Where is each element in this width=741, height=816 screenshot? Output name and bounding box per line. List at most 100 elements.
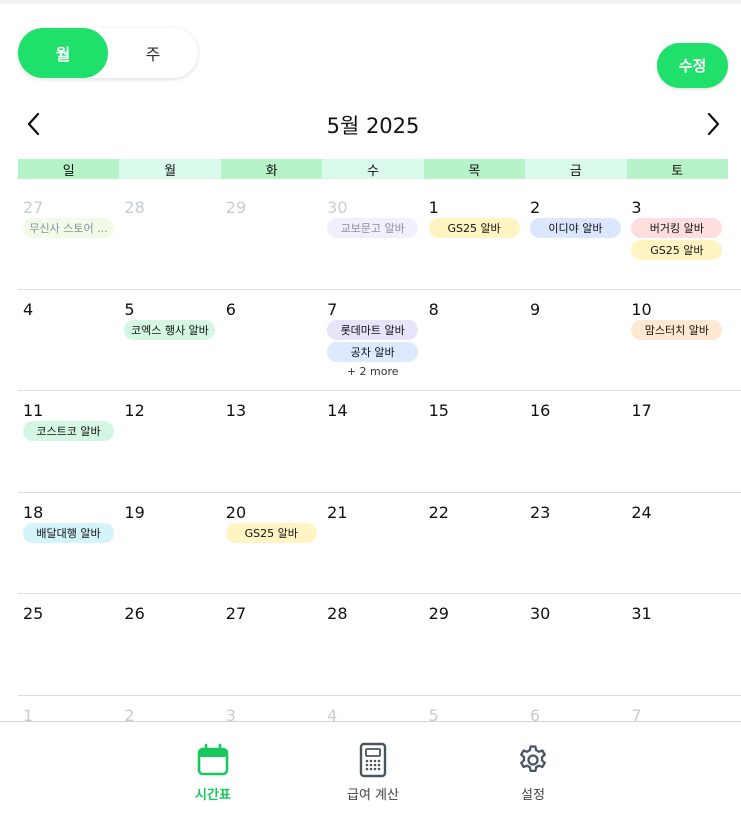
chevron-left-icon: [27, 112, 40, 136]
day-cell[interactable]: 31: [626, 594, 727, 695]
day-cell[interactable]: 15: [424, 391, 525, 492]
day-cell[interactable]: 27 무신사 스토어 ...: [18, 188, 119, 289]
day-number: 25: [23, 604, 44, 624]
day-number: 17: [631, 401, 652, 421]
day-cell[interactable]: 29: [424, 594, 525, 695]
day-number: 29: [225, 198, 247, 217]
calendar-icon: [197, 743, 229, 776]
event-chip[interactable]: GS25 알바: [631, 240, 723, 260]
weekday-label: 목: [423, 159, 526, 179]
day-number: 16: [529, 401, 551, 421]
weekday-label: 일: [18, 159, 120, 179]
day-cell[interactable]: 19: [119, 493, 220, 594]
day-number: 28: [327, 604, 348, 624]
day-cell[interactable]: 30: [525, 594, 626, 695]
event-chip[interactable]: GS25 알바: [225, 522, 317, 543]
chevron-right-icon: [707, 112, 720, 136]
day-cell[interactable]: 13: [221, 391, 322, 492]
day-cell[interactable]: 14: [322, 391, 423, 492]
day-cell[interactable]: 12: [119, 391, 220, 492]
tab-timetable[interactable]: 시간표: [153, 722, 273, 816]
event-list: 이디야 알바: [529, 218, 626, 238]
day-cell[interactable]: 24: [626, 493, 727, 594]
event-list: 코스트코 알바: [23, 421, 119, 442]
day-cell[interactable]: 10 맘스터치 알바: [626, 290, 727, 391]
event-chip[interactable]: 이디야 알바: [529, 218, 621, 238]
day-cell[interactable]: 1 GS25 알바: [424, 188, 525, 289]
day-cell[interactable]: 30 교보문고 알바: [322, 188, 423, 289]
day-cell[interactable]: 18 배달대행 알바: [18, 493, 119, 594]
month-title: 5월 2025: [326, 114, 420, 138]
tab-settings[interactable]: 설정: [473, 722, 593, 816]
event-chip[interactable]: 맘스터치 알바: [631, 319, 723, 340]
week-row: 27 무신사 스토어 ... 28 29 30 교보문고 알바 1 GS25 알바 2 이디야 알…: [18, 188, 741, 290]
view-toggle: 월 주: [18, 28, 198, 78]
day-number: 30: [327, 198, 348, 217]
day-number: 3: [631, 198, 642, 217]
day-number: 28: [124, 198, 145, 217]
day-cell[interactable]: 2 이디야 알바: [525, 188, 626, 289]
event-list: 배달대행 알바: [23, 522, 119, 543]
event-chip[interactable]: 롯데마트 알바: [327, 319, 419, 340]
day-cell[interactable]: 16: [525, 391, 626, 492]
day-number: 27: [225, 604, 247, 624]
day-number: 30: [529, 604, 551, 624]
tab-salary-calculator[interactable]: 급여 계산: [313, 722, 433, 816]
day-cell[interactable]: 20 GS25 알바: [221, 493, 322, 594]
calendar-grid: 27 무신사 스토어 ... 28 29 30 교보문고 알바 1 GS25 알바 2 이디야 알…: [18, 188, 741, 726]
event-chip[interactable]: 배달대행 알바: [23, 522, 114, 543]
day-cell[interactable]: 5 코엑스 행사 알바: [119, 290, 220, 391]
day-cell[interactable]: 25: [18, 594, 119, 695]
day-cell[interactable]: 28: [119, 188, 220, 289]
day-cell[interactable]: 22: [424, 493, 525, 594]
day-number: 5: [124, 299, 135, 319]
day-cell[interactable]: 28: [322, 594, 423, 695]
day-cell[interactable]: 7 롯데마트 알바 공차 알바 + 2 more: [322, 290, 423, 391]
event-chip[interactable]: 코엑스 행사 알바: [124, 319, 216, 340]
day-cell[interactable]: 23: [525, 493, 626, 594]
edit-button[interactable]: 수정: [657, 43, 728, 88]
week-row: 18 배달대행 알바 19 20 GS25 알바 21 22 23 24: [18, 493, 741, 595]
day-number: 23: [529, 502, 551, 522]
bottom-navigation: 시간표 급여 계산 설정: [0, 721, 741, 816]
event-list: 교보문고 알바: [327, 218, 423, 238]
event-chip[interactable]: 버거킹 알바: [631, 218, 723, 238]
top-edge: [0, 0, 741, 4]
day-number: 27: [23, 198, 44, 217]
day-number: 11: [23, 401, 44, 421]
day-cell[interactable]: 17: [626, 391, 727, 492]
tab-label: 시간표: [195, 788, 231, 803]
event-chip[interactable]: 코스트코 알바: [23, 421, 114, 442]
weekday-label: 수: [322, 159, 424, 179]
event-chip[interactable]: GS25 알바: [428, 218, 520, 238]
day-number: 31: [631, 604, 652, 624]
day-cell[interactable]: 11 코스트코 알바: [18, 391, 119, 492]
day-cell[interactable]: 21: [322, 493, 423, 594]
toggle-week-button[interactable]: 주: [108, 28, 198, 78]
weekday-header: 일 월 화 수 목 금 토: [18, 159, 728, 179]
toggle-month-button[interactable]: 월: [18, 28, 108, 78]
event-list: 버거킹 알바 GS25 알바: [631, 218, 727, 260]
week-row: 4 5 코엑스 행사 알바 6 7 롯데마트 알바 공차 알바 + 2 more 8 9 10 맘스터…: [18, 290, 741, 392]
event-chip[interactable]: 교보문고 알바: [327, 218, 419, 238]
day-cell[interactable]: 4: [18, 290, 119, 391]
event-list: GS25 알바: [428, 218, 525, 238]
day-number: 2: [529, 198, 541, 217]
day-cell[interactable]: 9: [525, 290, 626, 391]
day-number: 24: [631, 502, 652, 522]
day-number: 26: [124, 604, 145, 624]
day-cell[interactable]: 26: [119, 594, 220, 695]
event-chip[interactable]: 공차 알바: [327, 341, 419, 362]
day-cell[interactable]: 8: [424, 290, 525, 391]
day-cell[interactable]: 3 버거킹 알바 GS25 알바: [626, 188, 727, 289]
day-cell[interactable]: 6: [221, 290, 322, 391]
day-number: 4: [23, 299, 34, 319]
next-month-button[interactable]: [697, 108, 729, 140]
day-number: 18: [23, 502, 44, 522]
day-cell[interactable]: 29: [221, 188, 322, 289]
day-cell[interactable]: 27: [221, 594, 322, 695]
event-chip[interactable]: 무신사 스토어 ...: [23, 218, 114, 238]
day-number: 13: [225, 401, 247, 421]
more-events-link[interactable]: + 2 more: [327, 365, 418, 378]
prev-month-button[interactable]: [18, 108, 50, 140]
